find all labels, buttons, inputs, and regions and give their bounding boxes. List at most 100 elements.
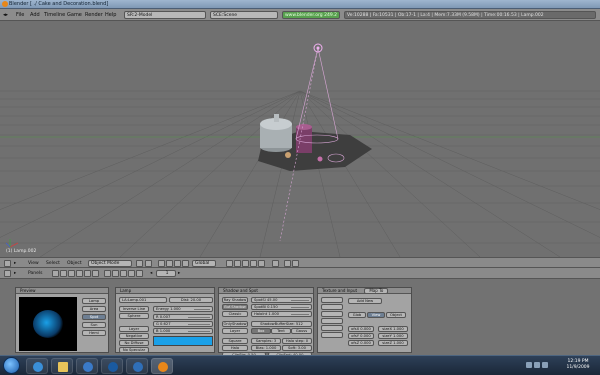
view-button[interactable]: View [367,312,385,318]
camera-icon[interactable] [292,260,299,267]
filter-tent-button[interactable]: Tent [271,328,291,334]
editing-context-icon[interactable] [84,270,91,277]
taskbar-hp[interactable] [101,358,123,374]
menu-arrows-icon[interactable]: ◂▸ [3,12,8,18]
draw-type-icon[interactable] [136,260,143,267]
lamp-type-spot-button[interactable]: Spot [82,314,106,320]
layer-button-5[interactable] [258,260,265,267]
scene-selector[interactable]: SCE:Scene [210,11,278,19]
no-specular-button[interactable]: No Specular [119,347,149,353]
translate-icon[interactable] [166,260,173,267]
negative-button[interactable]: Negative [119,333,149,339]
lamp-sub-icon[interactable] [104,270,111,277]
clock[interactable]: 12:19 PM 11/9/2009 [560,359,596,371]
energy-slider[interactable]: Energy 1.000 [153,306,213,312]
rotate-icon[interactable] [174,260,181,267]
scale-icon[interactable] [182,260,189,267]
lamp-name-field[interactable]: LA:Lamp.001 [119,297,167,303]
halo-step-field[interactable]: Halo step: 0 [282,338,312,344]
bias-field[interactable]: Bias: 1.000 [251,345,281,351]
texture-channel-1[interactable] [321,297,343,303]
layer-button-1[interactable] [226,260,233,267]
lamp-type-area-button[interactable]: Area [82,306,106,312]
menu-add[interactable]: Add [30,12,40,18]
taskbar-blender[interactable] [151,358,173,374]
green-slider[interactable]: G 0.627 [153,321,213,327]
ofs-z-field[interactable]: ofsZ 0.000 [348,340,374,346]
texture-channel-3[interactable] [321,311,343,317]
lamp-object[interactable] [317,156,323,162]
texture-channel-5[interactable] [321,325,343,331]
layer-button[interactable]: Layer [119,326,149,332]
lamp-type-hemi-button[interactable]: Hemi [82,330,106,336]
square-button[interactable]: Square [222,338,248,344]
decoration-jar[interactable] [296,127,312,153]
size-z-field[interactable]: sizeZ 1.000 [378,340,408,346]
decoration-bowl[interactable] [285,152,291,158]
size-x-field[interactable]: sizeX 1.000 [378,326,408,332]
buttons-view-icon[interactable] [4,270,11,277]
logic-context-icon[interactable] [52,270,59,277]
size-y-field[interactable]: sizeY 1.000 [378,333,408,339]
radio-sub-icon[interactable] [128,270,135,277]
texture-channel-4[interactable] [321,318,343,324]
collapse-arrow-icon-2[interactable]: ▸ [14,270,16,277]
ray-shadow-button[interactable]: Ray Shadow [222,297,248,303]
taskbar-explorer[interactable] [51,358,73,374]
spot-blend-slider[interactable]: SpotBl 0.150 [251,304,312,310]
manipulator-toggle-icon[interactable] [158,260,165,267]
halo-button[interactable]: Halo [222,345,248,351]
shadow-layer-button[interactable]: Layer [222,328,248,334]
halo-int-slider[interactable]: HaloInt 1.000 [251,311,312,317]
taskbar-ie[interactable] [26,358,48,374]
pivot-icon[interactable] [145,260,152,267]
frame-field[interactable]: 1 [156,270,176,277]
cake-handle[interactable] [274,114,279,122]
menu-select[interactable]: Select [46,260,60,267]
3d-viewport[interactable]: (1) Lamp.002 [0,21,600,257]
no-diffuse-button[interactable]: No Diffuse [119,340,149,346]
soft-field[interactable]: Soft: 3.00 [282,345,312,351]
layer-button-2[interactable] [234,260,241,267]
tray-arrow-icon[interactable] [526,362,532,368]
lamp-color-swatch[interactable] [153,336,213,346]
taskbar-media-player[interactable] [76,358,98,374]
shadow-buffer-size-field[interactable]: ShadowBufferSize: 512 [251,321,312,327]
inverse-line-button[interactable]: Inverse Line [119,306,149,312]
lamp-type-sun-button[interactable]: Sun [82,322,106,328]
buf-shadow-button[interactable]: Buf.Shadow [222,304,248,310]
ofs-x-field[interactable]: ofsX 0.000 [348,326,374,332]
red-slider[interactable]: R 0.007 [153,314,213,320]
shading-context-icon[interactable] [68,270,75,277]
object-context-icon[interactable] [76,270,83,277]
spot-size-slider[interactable]: SpotSi 45.00 [251,297,312,303]
menu-game[interactable]: Game [67,12,82,18]
menu-file[interactable]: File [16,12,24,18]
texture-channel-2[interactable] [321,304,343,310]
texture-sub-icon[interactable] [120,270,127,277]
material-sub-icon[interactable] [112,270,119,277]
dist-field[interactable]: Dist: 20.00 [169,297,213,303]
mode-selector[interactable]: Object Mode [88,260,132,267]
samples-field[interactable]: Samples: 3 [251,338,281,344]
panels-menu[interactable]: Panels [28,270,42,277]
render-preview-icon[interactable] [284,260,291,267]
menu-view[interactable]: View [28,260,39,267]
network-icon[interactable] [534,362,540,368]
texture-channel-6[interactable] [321,332,343,338]
frame-next-icon[interactable]: ▸ [178,270,180,277]
volume-icon[interactable] [542,362,548,368]
taskbar-check[interactable] [126,358,148,374]
website-link[interactable]: www.blender.org 249.2 [282,11,340,19]
ofs-y-field[interactable]: ofsY 0.000 [348,333,374,339]
add-new-texture-button[interactable]: Add New [348,298,382,304]
map-to-tab[interactable]: Map To [364,288,389,293]
start-button[interactable] [3,357,20,374]
menu-render[interactable]: Render [85,12,103,18]
filter-box-button[interactable]: Box [251,328,271,334]
view-type-icon[interactable] [4,260,11,267]
collapse-arrow-icon[interactable]: ▸ [14,260,16,267]
screen-selector[interactable]: SR:2-Model [124,11,206,19]
script-context-icon[interactable] [60,270,67,277]
menu-help[interactable]: Help [105,12,116,18]
